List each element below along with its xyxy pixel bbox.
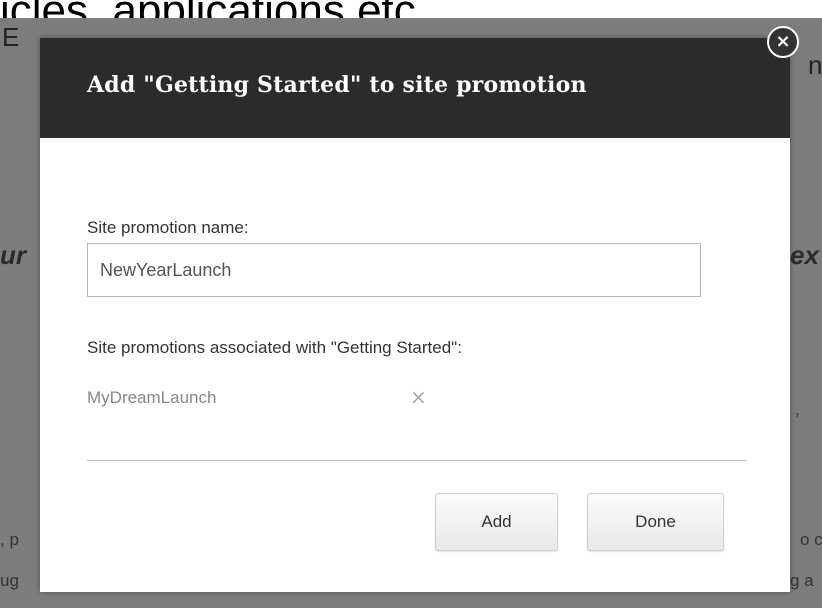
remove-promotion-icon[interactable]: × bbox=[410, 385, 427, 409]
background-text-fragment: E bbox=[2, 22, 20, 52]
background-page-header: icles, applications etc. bbox=[0, 0, 822, 18]
close-icon[interactable]: × bbox=[767, 26, 799, 58]
background-text-fragment: , p bbox=[0, 530, 19, 549]
add-button[interactable]: Add bbox=[435, 493, 558, 551]
background-heading-text: icles, applications etc. bbox=[0, 0, 428, 18]
background-text-fragment: ur bbox=[0, 240, 26, 270]
background-text-fragment: ug bbox=[0, 571, 19, 590]
dialog-title: Add "Getting Started" to site promotion bbox=[87, 72, 587, 98]
site-promotion-name-input[interactable] bbox=[87, 243, 701, 297]
background-text-fragment: ex bbox=[790, 240, 819, 270]
done-button[interactable]: Done bbox=[587, 493, 724, 551]
background-text-fragment: g a bbox=[790, 571, 814, 590]
background-text-fragment: o cr bbox=[800, 530, 822, 549]
background-text-fragment: , bbox=[795, 400, 800, 419]
associated-promotion-item: MyDreamLaunch bbox=[87, 388, 217, 407]
background-text-fragment: n bbox=[808, 50, 822, 80]
associated-promotions-label: Site promotions associated with "Getting… bbox=[87, 338, 462, 357]
divider bbox=[87, 460, 747, 461]
site-promotion-name-label: Site promotion name: bbox=[87, 218, 249, 237]
site-promotion-dialog: Add "Getting Started" to site promotion … bbox=[40, 38, 790, 592]
dialog-header: Add "Getting Started" to site promotion bbox=[40, 38, 790, 138]
